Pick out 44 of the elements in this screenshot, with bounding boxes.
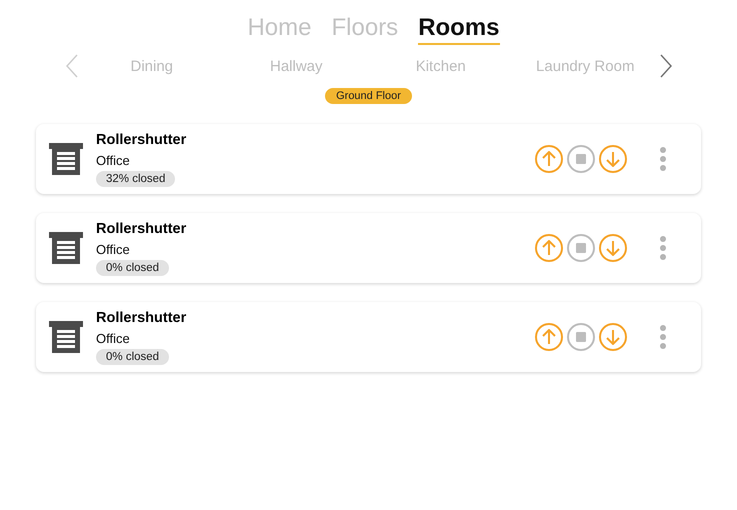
arrow-up-icon — [542, 240, 556, 256]
down-button[interactable] — [599, 323, 627, 351]
down-button[interactable] — [599, 234, 627, 262]
stop-icon — [576, 243, 586, 253]
arrow-down-icon — [606, 329, 620, 345]
shutter-icon — [49, 143, 83, 175]
room-tab[interactable]: Laundry Room — [513, 58, 658, 74]
stop-icon — [576, 332, 586, 342]
shutter-icon — [49, 232, 83, 264]
device-name: Rollershutter — [96, 310, 186, 326]
up-button[interactable] — [535, 234, 563, 262]
device-room: Office — [96, 330, 130, 346]
nav-tab[interactable]: Home — [247, 14, 312, 45]
shutter-icon — [49, 321, 83, 353]
device-name: Rollershutter — [96, 220, 186, 236]
nav-tab[interactable]: Rooms — [418, 14, 500, 45]
room-tab[interactable]: Hallway — [224, 58, 368, 74]
more-button[interactable] — [657, 146, 669, 172]
room-tab[interactable]: Dining — [80, 58, 224, 74]
down-button[interactable] — [599, 145, 627, 173]
device-room: Office — [96, 242, 130, 256]
more-icon — [660, 236, 666, 260]
floor-badge: Ground Floor — [325, 88, 412, 104]
more-icon — [660, 147, 666, 171]
arrow-down-icon — [606, 240, 620, 256]
nav-tab[interactable]: Floors — [332, 14, 398, 45]
arrow-up-icon — [542, 151, 556, 167]
more-button[interactable] — [657, 324, 669, 350]
device-name: Rollershutter — [96, 132, 186, 148]
stop-icon — [576, 154, 586, 164]
status-badge: 0% closed — [96, 348, 170, 364]
more-button[interactable] — [657, 235, 669, 261]
arrow-down-icon — [606, 151, 620, 167]
up-button[interactable] — [535, 323, 563, 351]
device-room: Office — [96, 152, 130, 168]
next-button[interactable] — [658, 53, 674, 79]
up-button[interactable] — [535, 145, 563, 173]
room-tab[interactable]: Kitchen — [368, 58, 513, 74]
chevron-right-icon — [660, 54, 672, 78]
status-badge: 0% closed — [96, 260, 170, 276]
chevron-left-icon — [66, 54, 78, 78]
arrow-up-icon — [542, 329, 556, 345]
more-icon — [660, 325, 666, 349]
status-badge: 32% closed — [96, 170, 176, 186]
